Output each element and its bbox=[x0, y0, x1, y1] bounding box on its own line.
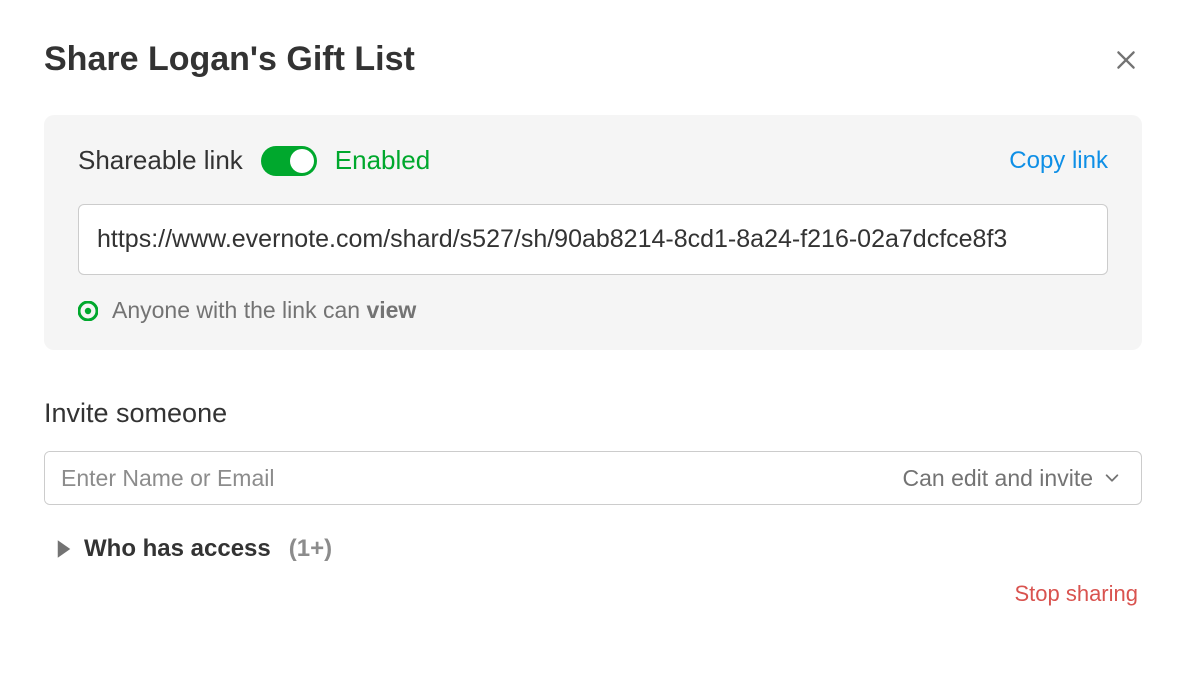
link-permission-row: Anyone with the link can view bbox=[78, 297, 1108, 324]
close-button[interactable] bbox=[1110, 44, 1142, 76]
who-has-access-label: Who has access bbox=[84, 535, 271, 563]
stop-sharing-button[interactable]: Stop sharing bbox=[44, 581, 1142, 607]
share-url-input[interactable] bbox=[78, 204, 1108, 275]
link-permission-prefix: Anyone with the link can bbox=[112, 297, 366, 323]
shareable-link-section: Shareable link Enabled Copy link Anyone … bbox=[44, 115, 1142, 350]
share-label-group: Shareable link Enabled bbox=[78, 145, 430, 176]
visibility-icon bbox=[78, 301, 98, 321]
triangle-right-icon bbox=[56, 539, 72, 559]
copy-link-button[interactable]: Copy link bbox=[1009, 147, 1108, 175]
link-permission-text: Anyone with the link can view bbox=[112, 297, 416, 324]
invite-input-row: Can edit and invite bbox=[44, 451, 1142, 505]
invite-permission-select[interactable]: Can edit and invite bbox=[902, 465, 1121, 492]
dialog-header: Share Logan's Gift List bbox=[44, 40, 1142, 79]
dialog-title: Share Logan's Gift List bbox=[44, 40, 415, 79]
who-has-access-count: (1+) bbox=[289, 535, 332, 563]
close-icon bbox=[1113, 47, 1139, 73]
shareable-link-label: Shareable link bbox=[78, 145, 243, 176]
shareable-link-toggle[interactable] bbox=[261, 146, 317, 176]
invite-section-label: Invite someone bbox=[44, 398, 1142, 429]
who-has-access-toggle[interactable]: Who has access (1+) bbox=[44, 535, 1142, 563]
toggle-status-text: Enabled bbox=[335, 145, 430, 176]
link-permission-level: view bbox=[366, 297, 416, 323]
invite-input[interactable] bbox=[45, 452, 902, 504]
share-top-row: Shareable link Enabled Copy link bbox=[78, 145, 1108, 176]
chevron-down-icon bbox=[1103, 469, 1121, 487]
invite-permission-label: Can edit and invite bbox=[902, 465, 1093, 492]
